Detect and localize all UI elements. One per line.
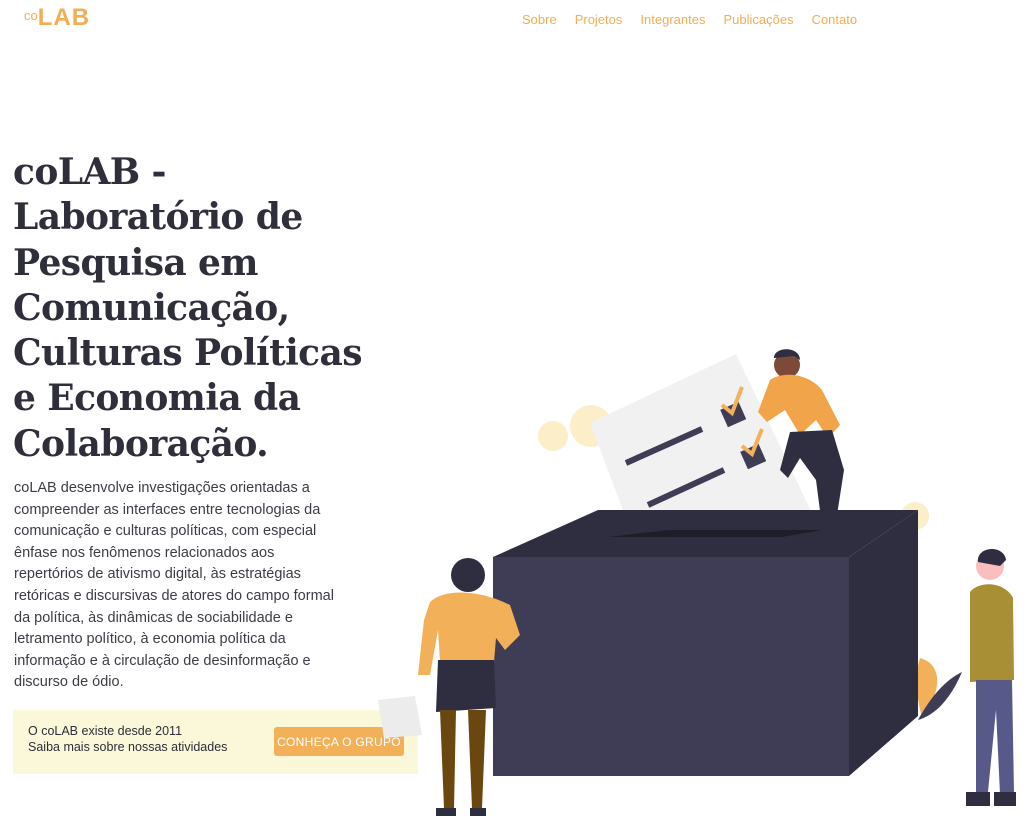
nav-link-projetos[interactable]: Projetos xyxy=(575,12,623,28)
logo[interactable]: co LAB xyxy=(24,6,90,30)
nav-link-sobre[interactable]: Sobre xyxy=(522,12,557,28)
person-man xyxy=(966,548,1016,806)
cta-since-text: O coLAB existe desde 2011 xyxy=(28,724,183,738)
nav-link-publicacoes[interactable]: Publicações xyxy=(723,12,793,28)
main-nav: Sobre Projetos Integrantes Publicações C… xyxy=(522,12,857,28)
cta-more-text: Saiba mais sobre nossas atividades xyxy=(28,740,228,754)
nav-link-contato[interactable]: Contato xyxy=(812,12,858,28)
decor-circle-small xyxy=(538,421,568,451)
logo-lab: LAB xyxy=(37,4,91,31)
hero-description: coLAB desenvolve investigações orientada… xyxy=(14,480,334,691)
logo-co: co xyxy=(24,8,38,23)
hero-title: coLAB - Laboratório de Pesquisa em Comun… xyxy=(13,151,362,465)
ballot-box xyxy=(493,510,918,776)
nav-link-integrantes[interactable]: Integrantes xyxy=(640,12,705,28)
dropped-paper xyxy=(378,696,422,738)
cta-box: O coLAB existe desde 2011 Saiba mais sob… xyxy=(13,710,418,774)
voting-illustration xyxy=(378,349,1016,816)
